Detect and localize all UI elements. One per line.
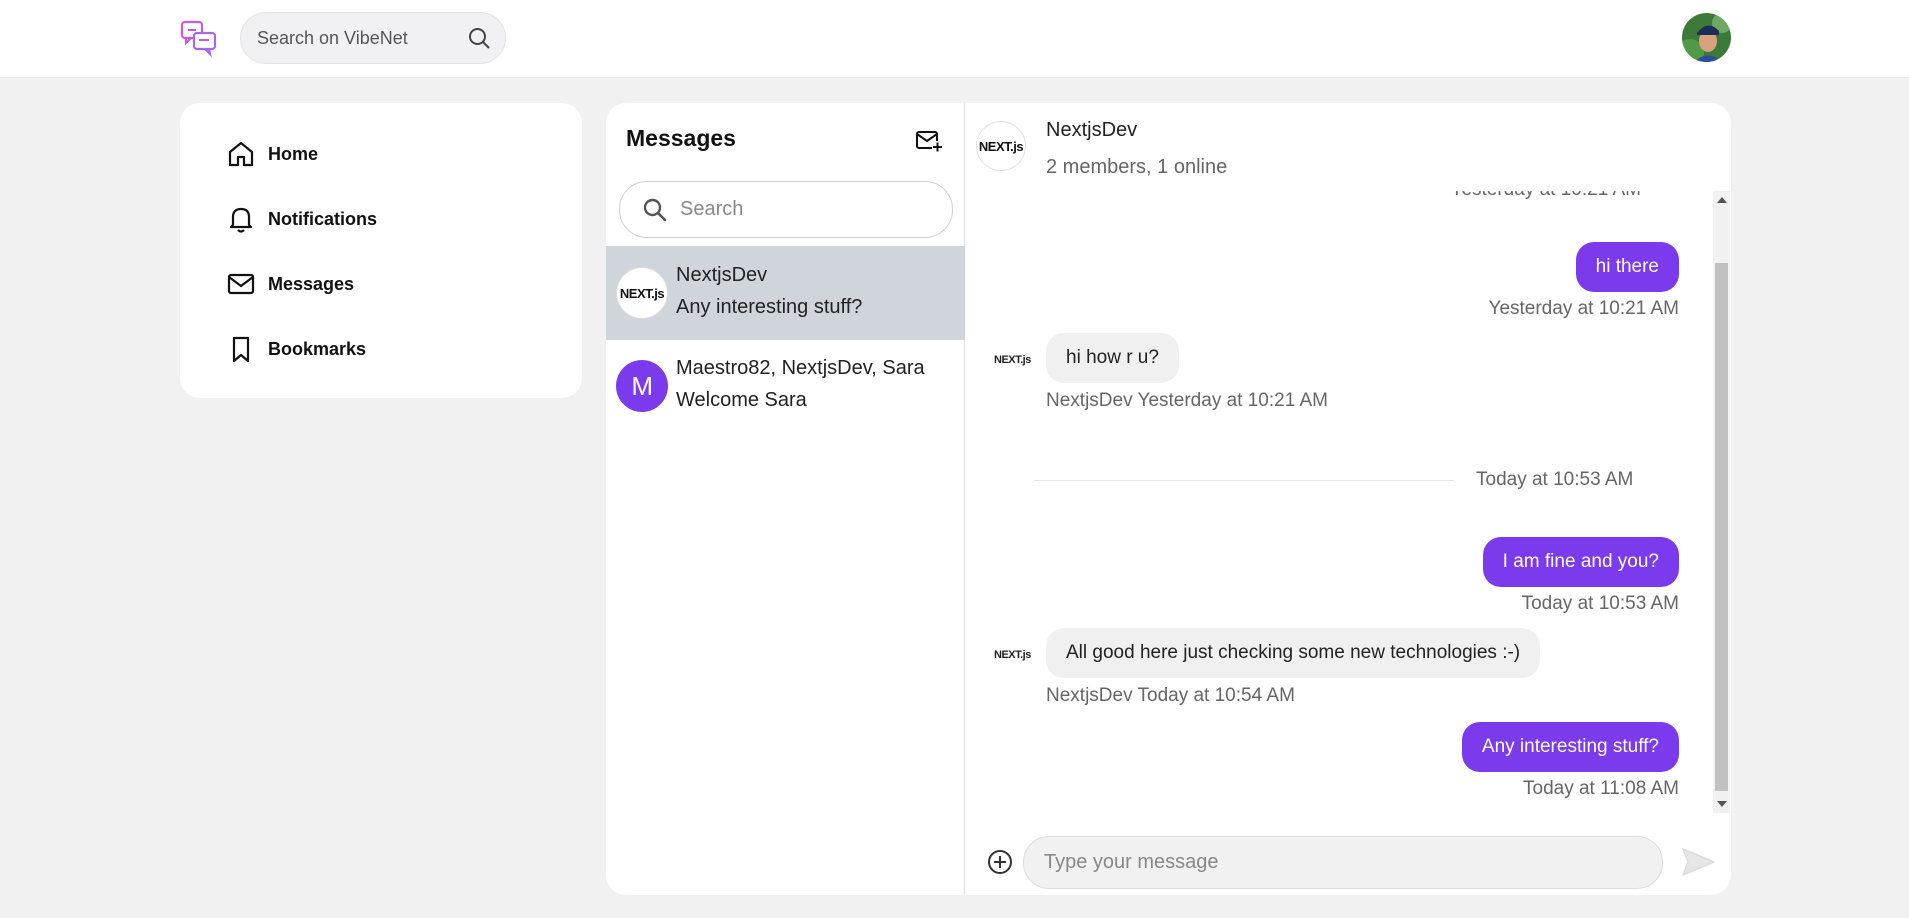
- sidebar-item-messages[interactable]: Messages: [226, 264, 546, 304]
- conversation-item[interactable]: M Maestro82, NextjsDev, Sara Welcome Sar…: [606, 339, 965, 433]
- add-attachment-icon[interactable]: [986, 848, 1014, 876]
- message-timestamp: Today at 11:08 AM: [1523, 778, 1679, 799]
- send-icon[interactable]: [1680, 844, 1716, 880]
- scroll-up-icon[interactable]: [1717, 197, 1727, 203]
- scrollbar-thumb[interactable]: [1715, 263, 1728, 791]
- date-divider-line: [1034, 480, 1454, 481]
- bell-icon: [229, 207, 253, 233]
- message-bubble-outgoing: Any interesting stuff?: [1461, 722, 1679, 772]
- conversation-avatar: NEXT.js: [616, 267, 668, 319]
- sidebar-nav: Home Notifications Messages Bookmarks: [180, 103, 582, 398]
- message-bubble-incoming: hi how r u?: [1046, 333, 1179, 383]
- message-timestamp: NextjsDev Yesterday at 10:21 AM: [1046, 390, 1328, 411]
- scroll-down-icon[interactable]: [1717, 801, 1727, 807]
- message-timestamp: NextjsDev Today at 10:54 AM: [1046, 685, 1295, 706]
- conversation-name: NextjsDev: [676, 264, 768, 286]
- message-timestamp: Yesterday at 10:21 AM: [1450, 179, 1641, 200]
- message-bubble-incoming: All good here just checking some new tec…: [1046, 628, 1541, 678]
- sender-avatar: NEXT.js: [994, 649, 1031, 661]
- home-icon: [228, 141, 254, 167]
- mail-icon: [227, 273, 255, 295]
- search-icon: [643, 198, 667, 222]
- message-input[interactable]: [1023, 836, 1663, 889]
- chat-avatar: NEXT.js: [976, 121, 1026, 171]
- top-bar: [0, 0, 1909, 78]
- global-search[interactable]: [240, 12, 506, 64]
- new-message-icon[interactable]: [915, 127, 943, 155]
- conversation-avatar: M: [616, 360, 668, 412]
- chat-title: NextjsDev: [1046, 119, 1138, 141]
- sidebar-item-label: Messages: [268, 273, 355, 294]
- conversation-item[interactable]: NEXT.js NextjsDev Any interesting stuff?: [606, 246, 965, 340]
- message-input-field[interactable]: [1044, 837, 1644, 888]
- sidebar-item-label: Notifications: [268, 208, 378, 229]
- conversation-search-input[interactable]: [680, 182, 930, 237]
- chat-subtitle: 2 members, 1 online: [1046, 156, 1228, 178]
- sidebar-item-label: Home: [268, 143, 319, 164]
- messages-card: Messages NEXT.js NextjsDev Any interesti…: [606, 103, 1731, 895]
- message-bubble-outgoing: I am fine and you?: [1482, 537, 1679, 587]
- sidebar-item-home[interactable]: Home: [226, 134, 546, 174]
- user-avatar[interactable]: [1682, 13, 1731, 62]
- sidebar-item-bookmarks[interactable]: Bookmarks: [226, 329, 546, 369]
- chat-panel: NEXT.js NextjsDev 2 members, 1 online Ye…: [966, 103, 1731, 895]
- bookmark-icon: [232, 336, 250, 363]
- sidebar-item-label: Bookmarks: [268, 338, 367, 359]
- message-bubble-outgoing: hi there: [1575, 242, 1679, 292]
- conversation-search[interactable]: [619, 181, 953, 238]
- global-search-input[interactable]: [257, 13, 457, 63]
- sidebar-item-notifications[interactable]: Notifications: [226, 199, 546, 239]
- chat-scrollbar[interactable]: [1713, 191, 1730, 813]
- sender-avatar: NEXT.js: [994, 354, 1031, 366]
- message-timestamp: Yesterday at 10:21 AM: [1488, 298, 1679, 319]
- messages-title: Messages: [626, 125, 736, 151]
- chat-bubbles-logo-icon[interactable]: [179, 18, 219, 58]
- date-divider: Today at 10:53 AM: [1476, 469, 1634, 490]
- conversation-name: Maestro82, NextjsDev, Sara: [676, 357, 925, 379]
- search-icon[interactable]: [467, 26, 491, 50]
- conversation-last-message: Any interesting stuff?: [676, 296, 863, 318]
- conversation-list: Messages NEXT.js NextjsDev Any interesti…: [606, 103, 965, 895]
- message-timestamp: Today at 10:53 AM: [1521, 593, 1679, 614]
- conversation-last-message: Welcome Sara: [676, 389, 807, 411]
